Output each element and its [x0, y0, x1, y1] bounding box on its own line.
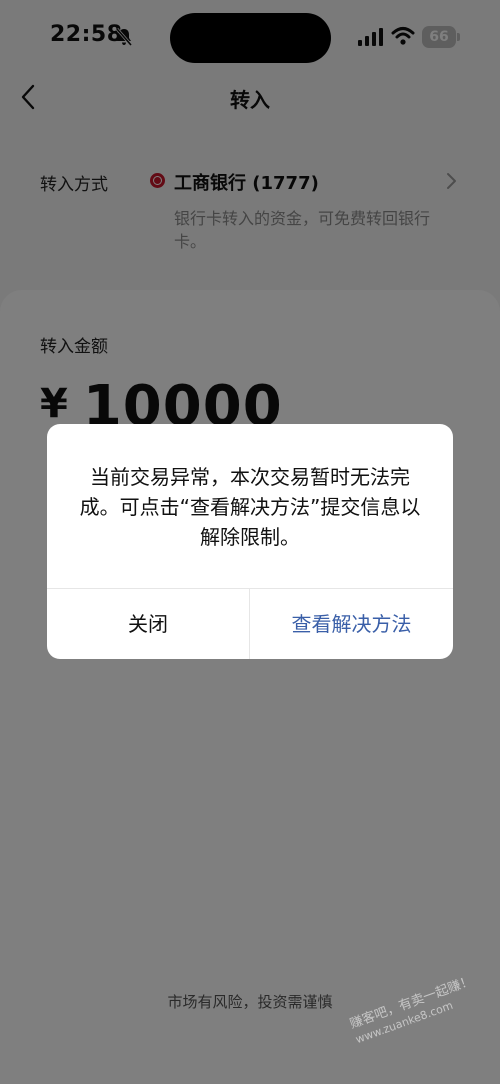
view-solution-button[interactable]: 查看解决方法 [250, 589, 453, 659]
close-button[interactable]: 关闭 [47, 589, 249, 659]
dialog-message: 当前交易异常，本次交易暂时无法完成。可点击“查看解决方法”提交信息以解除限制。 [79, 465, 421, 549]
alert-dialog: 当前交易异常，本次交易暂时无法完成。可点击“查看解决方法”提交信息以解除限制。 … [47, 424, 453, 659]
